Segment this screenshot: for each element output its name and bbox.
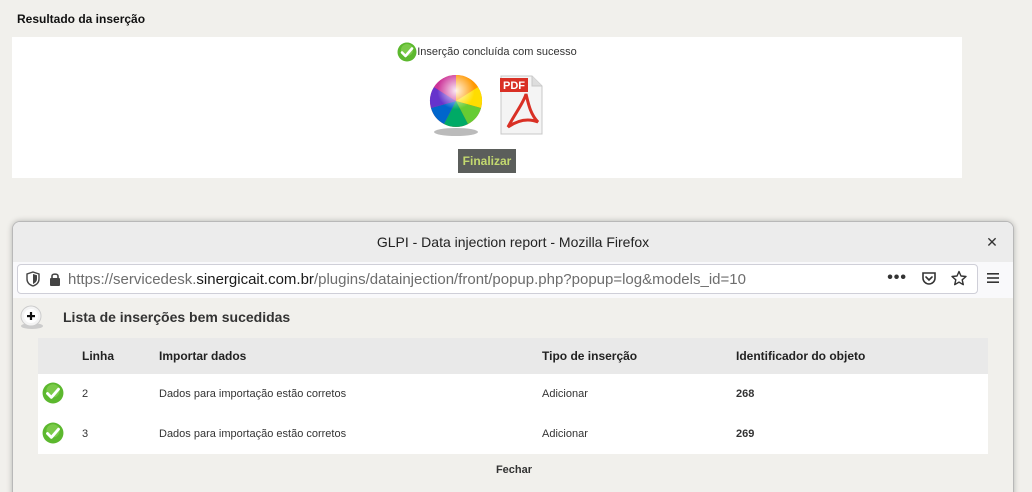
table-header-row: Linha Importar dados Tipo de inserção Id… (38, 338, 988, 374)
result-title: Resultado da inserção (12, 0, 962, 37)
success-check-icon (42, 422, 64, 443)
url-actions: ••• (887, 269, 967, 287)
window-titlebar: GLPI - Data injection report - Mozilla F… (13, 222, 1013, 262)
hamburger-menu-icon[interactable] (985, 270, 1001, 286)
report-table-wrap: Linha Importar dados Tipo de inserção Id… (38, 338, 988, 454)
bookmark-star-icon[interactable] (951, 270, 967, 286)
url-path: /plugins/datainjection/front/popup.php?p… (313, 270, 746, 288)
row-type: Adicionar (542, 388, 588, 400)
report-icons: PDF (428, 72, 544, 136)
list-title: Lista de inserções bem sucedidas (63, 309, 291, 325)
expand-plus-icon[interactable] (19, 304, 45, 330)
list-title-row: Lista de inserções bem sucedidas (19, 304, 290, 330)
svg-text:PDF: PDF (503, 80, 525, 92)
result-panel: Resultado da inserção Inserção concluída… (12, 0, 962, 178)
url-text: https://servicedesk.sinergicait.com.br/p… (68, 271, 746, 288)
column-header-id: Identificador do objeto (736, 349, 866, 363)
row-object-id: 268 (736, 388, 755, 400)
color-report-icon[interactable] (428, 72, 484, 136)
success-check-icon (397, 42, 417, 62)
row-line: 3 (82, 428, 89, 440)
window-title: GLPI - Data injection report - Mozilla F… (376, 234, 650, 250)
url-bar-row: https://servicedesk.sinergicait.com.br/p… (13, 262, 1013, 296)
url-prefix: https://servicedesk. (68, 270, 197, 288)
row-data: Dados para importação estão corretos (159, 428, 347, 440)
row-status (38, 414, 82, 454)
close-link[interactable]: Fechar (13, 464, 1013, 476)
close-window-icon[interactable]: ✕ (983, 233, 1001, 251)
url-bar[interactable]: https://servicedesk.sinergicait.com.br/p… (17, 264, 978, 294)
column-header-line: Linha (82, 349, 114, 363)
row-line: 2 (82, 388, 89, 400)
row-object-id: 269 (736, 428, 755, 440)
success-message-row: Inserção concluída com sucesso (12, 42, 962, 62)
report-table: Linha Importar dados Tipo de inserção Id… (38, 338, 988, 454)
column-header-type: Tipo de inserção (542, 349, 638, 363)
firefox-popup-window: GLPI - Data injection report - Mozilla F… (12, 221, 1014, 492)
lock-icon[interactable] (48, 271, 62, 287)
table-row: 3 Dados para importação estão corretos A… (38, 414, 988, 454)
finalize-button[interactable]: Finalizar (458, 149, 516, 173)
table-row: 2 Dados para importação estão corretos A… (38, 374, 988, 414)
row-type: Adicionar (542, 428, 588, 440)
url-domain: sinergicait.com.br (196, 270, 314, 288)
row-data: Dados para importação estão corretos (159, 388, 347, 400)
success-message: Inserção concluída com sucesso (417, 46, 577, 58)
row-status (38, 374, 82, 414)
success-check-icon (42, 382, 64, 403)
column-header-data: Importar dados (159, 349, 247, 363)
more-actions-icon[interactable]: ••• (887, 269, 907, 287)
pocket-icon[interactable] (921, 270, 937, 286)
status-header (38, 338, 82, 374)
tracking-shield-icon[interactable] (26, 271, 40, 287)
pdf-icon[interactable]: PDF (498, 72, 544, 136)
report-content: Lista de inserções bem sucedidas Linha I… (13, 298, 1013, 492)
